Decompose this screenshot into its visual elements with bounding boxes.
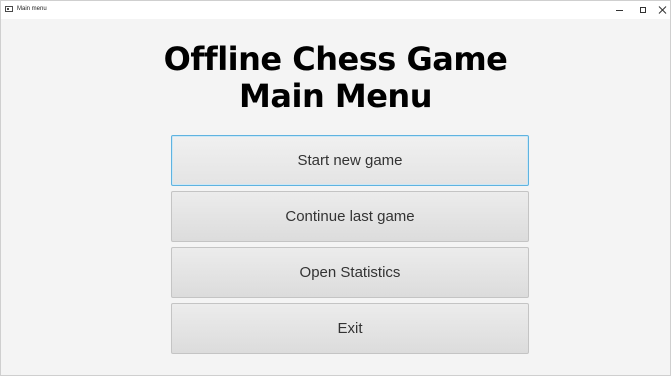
- maximize-icon: [640, 7, 646, 13]
- page-title: Offline Chess Game: [163, 40, 508, 78]
- exit-button[interactable]: Exit: [171, 303, 529, 354]
- window-title: Main menu: [17, 6, 47, 12]
- open-statistics-button[interactable]: Open Statistics: [171, 247, 529, 298]
- maximize-button[interactable]: [633, 1, 653, 19]
- title-bar[interactable]: Main menu: [1, 1, 670, 19]
- close-icon: [659, 6, 667, 14]
- page-subtitle: Main Menu: [239, 77, 432, 115]
- start-new-game-button[interactable]: Start new game: [171, 135, 529, 186]
- continue-last-game-button[interactable]: Continue last game: [171, 191, 529, 242]
- minimize-icon: [615, 9, 623, 11]
- app-window-icon: [5, 6, 13, 12]
- main-menu-window: Main menu Offline Chess Game Main Menu S…: [0, 0, 671, 376]
- close-button[interactable]: [653, 1, 670, 19]
- minimize-button[interactable]: [609, 1, 629, 19]
